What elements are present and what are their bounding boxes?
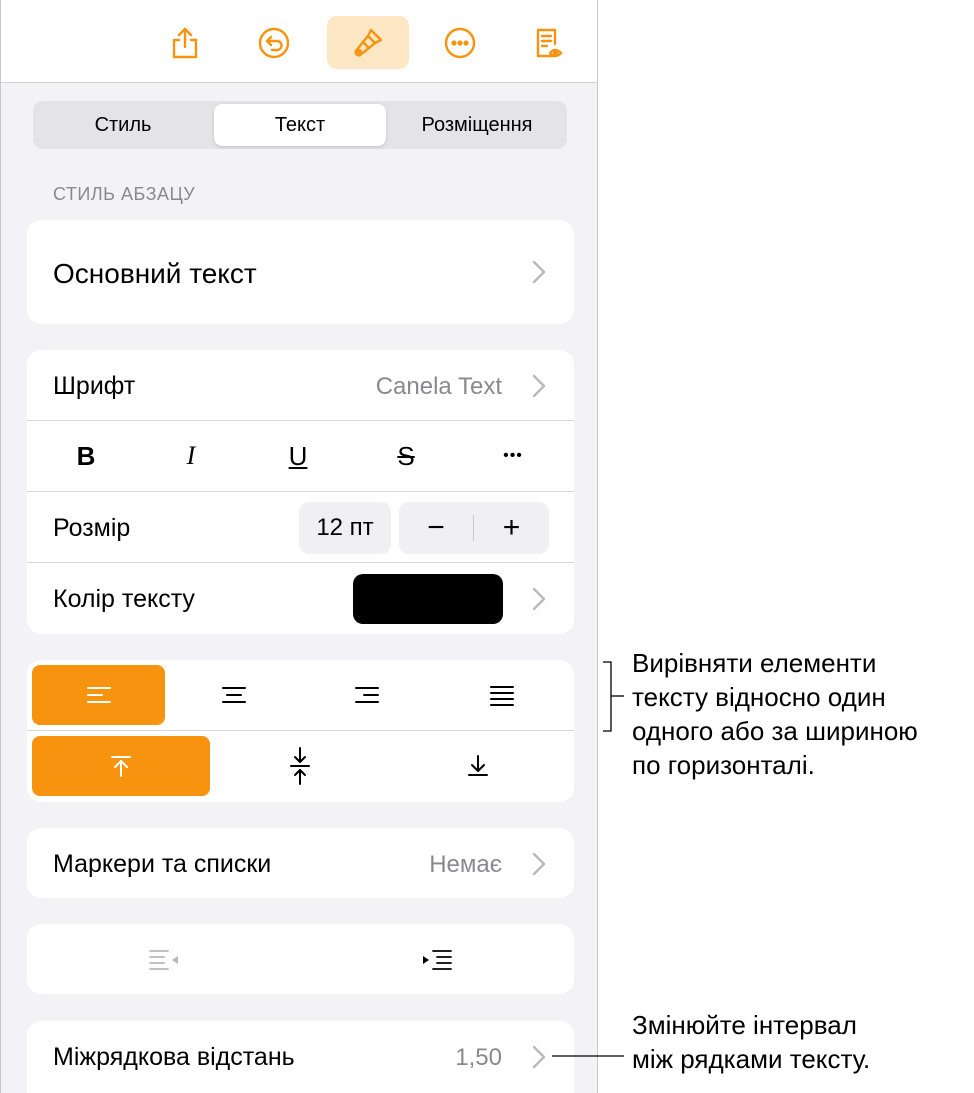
font-label: Шрифт — [53, 372, 136, 400]
callout-line: Вирівняти елементи — [632, 648, 877, 678]
increase-indent-icon — [423, 950, 452, 970]
bullets-label: Маркери та списки — [53, 850, 272, 878]
chevron-right-icon — [532, 260, 546, 284]
alignment-card — [27, 660, 574, 802]
share-icon — [172, 27, 198, 58]
more-button[interactable] — [419, 16, 501, 69]
more-icon — [444, 27, 476, 58]
size-stepper: − + — [399, 502, 549, 554]
justify-button[interactable] — [435, 665, 568, 725]
tab-arrange[interactable]: Розміщення — [391, 104, 563, 146]
font-value: Canela Text — [375, 373, 502, 400]
line-spacing-row[interactable]: Міжрядкова відстань 1,50 — [27, 1021, 574, 1093]
reader-view-button[interactable] — [507, 16, 589, 69]
callout-line: між рядками тексту. — [632, 1044, 871, 1074]
undo-button[interactable] — [233, 16, 315, 69]
text-color-row[interactable]: Колір тексту — [27, 563, 574, 634]
align-bottom-icon — [468, 755, 488, 776]
align-right-button[interactable] — [300, 665, 433, 725]
section-label: СТИЛЬ АБЗАЦУ — [53, 184, 196, 204]
size-decrease-button[interactable]: − — [399, 502, 473, 554]
justify-icon — [489, 686, 514, 706]
align-center-button[interactable] — [167, 665, 300, 725]
size-increase-button[interactable]: + — [474, 502, 549, 554]
align-bottom-button[interactable] — [389, 736, 567, 796]
bullets-row[interactable]: Маркери та списки Немає — [27, 828, 574, 898]
text-color-swatch — [353, 574, 503, 624]
increase-indent-button[interactable] — [300, 924, 574, 994]
italic-button[interactable]: I — [156, 421, 226, 491]
chevron-right-icon — [532, 852, 546, 876]
font-row[interactable]: Шрифт Canela Text — [27, 350, 574, 420]
callout-line: одного або за шириною — [632, 716, 918, 746]
line-spacing-value: 1,50 — [455, 1044, 502, 1071]
more-font-options-button[interactable]: ••• — [478, 421, 548, 491]
chevron-right-icon — [532, 374, 546, 398]
format-button[interactable] — [327, 16, 409, 69]
paragraph-style-value: Основний текст — [53, 258, 257, 289]
align-center-icon — [221, 687, 246, 703]
text-color-label: Колір тексту — [53, 585, 195, 613]
share-button[interactable] — [144, 16, 226, 69]
callout-line: по горизонталі. — [632, 750, 815, 780]
size-row: Розмір 12 пт − + — [27, 492, 574, 562]
align-middle-icon — [290, 747, 310, 785]
tab-text-label: Текст — [274, 113, 326, 136]
reader-view-icon — [536, 28, 563, 57]
tab-arrange-label: Розміщення — [421, 113, 533, 136]
chevron-right-icon — [532, 587, 546, 611]
undo-icon — [258, 27, 290, 58]
divider — [27, 730, 574, 731]
tab-style-label: Стиль — [94, 113, 152, 136]
toolbar — [1, 0, 597, 83]
decrease-indent-button[interactable] — [27, 924, 300, 994]
font-card: Шрифт Canela Text B I U S ••• Розмір 12 … — [27, 350, 574, 634]
callout-line: тексту відносно один — [632, 682, 886, 712]
align-middle-button[interactable] — [211, 736, 389, 796]
paintbrush-icon — [354, 28, 383, 56]
size-label: Розмір — [53, 514, 131, 542]
paragraph-style-row[interactable]: Основний текст — [27, 220, 574, 324]
chevron-right-icon — [532, 1045, 546, 1069]
bold-button[interactable]: B — [51, 421, 121, 491]
decrease-indent-icon — [148, 950, 178, 970]
strikethrough-button[interactable]: S — [371, 421, 441, 491]
callout-line: Змінюйте інтервал — [632, 1010, 857, 1040]
underline-button[interactable]: U — [263, 421, 333, 491]
align-right-icon — [354, 687, 379, 703]
line-spacing-label: Міжрядкова відстань — [53, 1043, 295, 1071]
format-panel: Стиль Текст Розміщення СТИЛЬ АБЗАЦУ Осно… — [0, 0, 598, 1093]
alignment-callout: Вирівняти елементи тексту відносно один … — [632, 646, 918, 782]
bullets-value: Немає — [429, 851, 502, 878]
tab-bar: Стиль Текст Розміщення — [33, 101, 567, 149]
tab-text[interactable]: Текст — [214, 104, 386, 146]
font-style-row: B I U S ••• — [27, 421, 574, 491]
align-left-button[interactable] — [32, 665, 165, 725]
indent-card — [27, 924, 574, 994]
align-top-button[interactable] — [32, 736, 210, 796]
tab-style[interactable]: Стиль — [37, 104, 209, 146]
spacing-callout: Змінюйте інтервал між рядками тексту. — [632, 1008, 870, 1076]
align-left-icon — [86, 687, 111, 703]
align-top-icon — [111, 756, 131, 777]
size-value[interactable]: 12 пт — [299, 502, 391, 554]
